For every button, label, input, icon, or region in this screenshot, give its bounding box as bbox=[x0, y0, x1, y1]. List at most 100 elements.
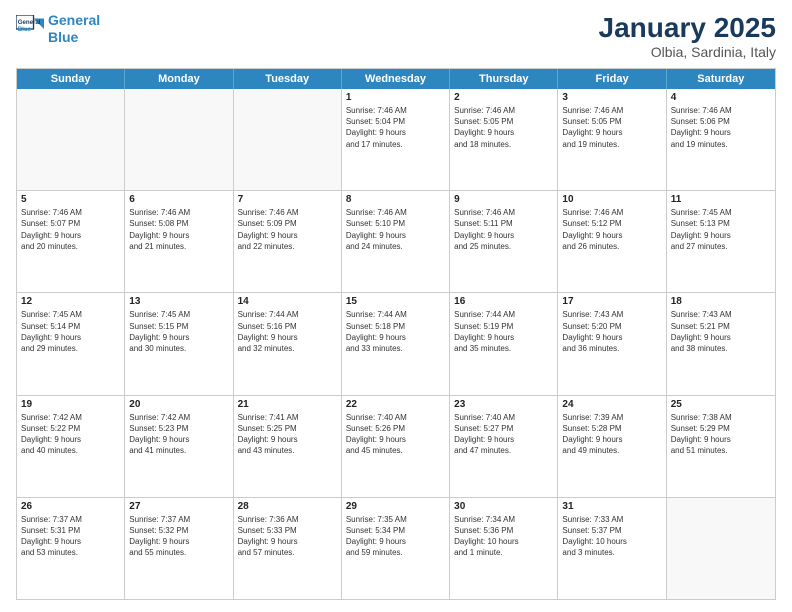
cell-info: Sunrise: 7:43 AM Sunset: 5:21 PM Dayligh… bbox=[671, 309, 771, 354]
day-number: 9 bbox=[454, 194, 553, 205]
day-number: 13 bbox=[129, 296, 228, 307]
cell-info: Sunrise: 7:44 AM Sunset: 5:16 PM Dayligh… bbox=[238, 309, 337, 354]
day-cell-5: 5 Sunrise: 7:46 AM Sunset: 5:07 PM Daylig… bbox=[17, 191, 125, 292]
calendar-row-0: 1Sunrise: 7:46 AM Sunset: 5:04 PM Daylig… bbox=[17, 89, 775, 190]
cell-info: Sunrise: 7:46 AM Sunset: 5:10 PM Dayligh… bbox=[346, 207, 445, 252]
cell-info: Sunrise: 7:41 AM Sunset: 5:25 PM Dayligh… bbox=[238, 412, 337, 457]
cell-info: Sunrise: 7:44 AM Sunset: 5:18 PM Dayligh… bbox=[346, 309, 445, 354]
cell-info: Sunrise: 7:38 AM Sunset: 5:29 PM Dayligh… bbox=[671, 412, 771, 457]
cell-info: Sunrise: 7:39 AM Sunset: 5:28 PM Dayligh… bbox=[562, 412, 661, 457]
page: General Blue GeneralBlue January 2025 Ol… bbox=[0, 0, 792, 612]
day-cell-11: 11Sunrise: 7:45 AM Sunset: 5:13 PM Dayli… bbox=[667, 191, 775, 292]
cell-info: Sunrise: 7:33 AM Sunset: 5:37 PM Dayligh… bbox=[562, 514, 661, 559]
day-number: 2 bbox=[454, 92, 553, 103]
day-number: 15 bbox=[346, 296, 445, 307]
day-cell-27: 27Sunrise: 7:37 AM Sunset: 5:32 PM Dayli… bbox=[125, 498, 233, 599]
day-cell-10: 10 Sunrise: 7:46 AM Sunset: 5:12 PM Dayli… bbox=[558, 191, 666, 292]
day-number: 3 bbox=[562, 92, 661, 103]
cell-info: Sunrise: 7:46 AM Sunset: 5:12 PM Dayligh… bbox=[562, 207, 661, 252]
cell-info: Sunrise: 7:46 AM Sunset: 5:05 PM Dayligh… bbox=[454, 105, 553, 150]
weekday-header-tuesday: Tuesday bbox=[234, 69, 342, 89]
cell-info: Sunrise: 7:44 AM Sunset: 5:19 PM Dayligh… bbox=[454, 309, 553, 354]
calendar-row-1: 5 Sunrise: 7:46 AM Sunset: 5:07 PM Daylig… bbox=[17, 190, 775, 292]
cell-info: Sunrise: 7:46 AM Sunset: 5:09 PM Dayligh… bbox=[238, 207, 337, 252]
day-number: 20 bbox=[129, 399, 228, 410]
logo-text: GeneralBlue bbox=[48, 12, 100, 46]
calendar-row-4: 26 Sunrise: 7:37 AM Sunset: 5:31 PM Dayli… bbox=[17, 497, 775, 599]
day-cell-28: 28 Sunrise: 7:36 AM Sunset: 5:33 PM Dayli… bbox=[234, 498, 342, 599]
weekday-header-monday: Monday bbox=[125, 69, 233, 89]
day-number: 30 bbox=[454, 501, 553, 512]
calendar: SundayMondayTuesdayWednesdayThursdayFrid… bbox=[16, 68, 776, 600]
day-cell-15: 15 Sunrise: 7:44 AM Sunset: 5:18 PM Dayli… bbox=[342, 293, 450, 394]
day-number: 5 bbox=[21, 194, 120, 205]
cell-info: Sunrise: 7:40 AM Sunset: 5:27 PM Dayligh… bbox=[454, 412, 553, 457]
cell-info: Sunrise: 7:46 AM Sunset: 5:06 PM Dayligh… bbox=[671, 105, 771, 150]
day-cell-14: 14 Sunrise: 7:44 AM Sunset: 5:16 PM Dayli… bbox=[234, 293, 342, 394]
cell-info: Sunrise: 7:37 AM Sunset: 5:31 PM Dayligh… bbox=[21, 514, 120, 559]
day-cell-6: 6Sunrise: 7:46 AM Sunset: 5:08 PM Daylig… bbox=[125, 191, 233, 292]
cell-info: Sunrise: 7:46 AM Sunset: 5:04 PM Dayligh… bbox=[346, 105, 445, 150]
cell-info: Sunrise: 7:35 AM Sunset: 5:34 PM Dayligh… bbox=[346, 514, 445, 559]
weekday-header-wednesday: Wednesday bbox=[342, 69, 450, 89]
weekday-header-saturday: Saturday bbox=[667, 69, 775, 89]
day-cell-3: 3 Sunrise: 7:46 AM Sunset: 5:05 PM Daylig… bbox=[558, 89, 666, 190]
day-number: 24 bbox=[562, 399, 661, 410]
day-cell-4: 4 Sunrise: 7:46 AM Sunset: 5:06 PM Daylig… bbox=[667, 89, 775, 190]
svg-text:General: General bbox=[18, 19, 41, 26]
day-number: 11 bbox=[671, 194, 771, 205]
day-cell-13: 13 Sunrise: 7:45 AM Sunset: 5:15 PM Dayli… bbox=[125, 293, 233, 394]
day-cell-20: 20 Sunrise: 7:42 AM Sunset: 5:23 PM Dayli… bbox=[125, 396, 233, 497]
weekday-header-friday: Friday bbox=[558, 69, 666, 89]
day-cell-1: 1Sunrise: 7:46 AM Sunset: 5:04 PM Daylig… bbox=[342, 89, 450, 190]
month-title: January 2025 bbox=[599, 12, 776, 44]
cell-info: Sunrise: 7:46 AM Sunset: 5:07 PM Dayligh… bbox=[21, 207, 120, 252]
day-cell-2: 2 Sunrise: 7:46 AM Sunset: 5:05 PM Daylig… bbox=[450, 89, 558, 190]
cell-info: Sunrise: 7:46 AM Sunset: 5:11 PM Dayligh… bbox=[454, 207, 553, 252]
day-cell-29: 29 Sunrise: 7:35 AM Sunset: 5:34 PM Dayli… bbox=[342, 498, 450, 599]
empty-cell-4-6 bbox=[667, 498, 775, 599]
day-cell-24: 24 Sunrise: 7:39 AM Sunset: 5:28 PM Dayli… bbox=[558, 396, 666, 497]
day-cell-25: 25 Sunrise: 7:38 AM Sunset: 5:29 PM Dayli… bbox=[667, 396, 775, 497]
day-cell-31: 31Sunrise: 7:33 AM Sunset: 5:37 PM Dayli… bbox=[558, 498, 666, 599]
day-number: 28 bbox=[238, 501, 337, 512]
day-number: 23 bbox=[454, 399, 553, 410]
day-number: 12 bbox=[21, 296, 120, 307]
day-number: 6 bbox=[129, 194, 228, 205]
svg-text:Blue: Blue bbox=[18, 26, 32, 33]
day-cell-9: 9 Sunrise: 7:46 AM Sunset: 5:11 PM Daylig… bbox=[450, 191, 558, 292]
calendar-row-2: 12 Sunrise: 7:45 AM Sunset: 5:14 PM Dayli… bbox=[17, 292, 775, 394]
cell-info: Sunrise: 7:43 AM Sunset: 5:20 PM Dayligh… bbox=[562, 309, 661, 354]
day-number: 29 bbox=[346, 501, 445, 512]
logo: General Blue GeneralBlue bbox=[16, 12, 100, 46]
cell-info: Sunrise: 7:45 AM Sunset: 5:15 PM Dayligh… bbox=[129, 309, 228, 354]
day-number: 16 bbox=[454, 296, 553, 307]
cell-info: Sunrise: 7:45 AM Sunset: 5:14 PM Dayligh… bbox=[21, 309, 120, 354]
weekday-header-sunday: Sunday bbox=[17, 69, 125, 89]
cell-info: Sunrise: 7:42 AM Sunset: 5:23 PM Dayligh… bbox=[129, 412, 228, 457]
cell-info: Sunrise: 7:36 AM Sunset: 5:33 PM Dayligh… bbox=[238, 514, 337, 559]
day-cell-8: 8Sunrise: 7:46 AM Sunset: 5:10 PM Daylig… bbox=[342, 191, 450, 292]
cell-info: Sunrise: 7:42 AM Sunset: 5:22 PM Dayligh… bbox=[21, 412, 120, 457]
header: General Blue GeneralBlue January 2025 Ol… bbox=[16, 12, 776, 60]
cell-info: Sunrise: 7:46 AM Sunset: 5:05 PM Dayligh… bbox=[562, 105, 661, 150]
cell-info: Sunrise: 7:37 AM Sunset: 5:32 PM Dayligh… bbox=[129, 514, 228, 559]
day-number: 25 bbox=[671, 399, 771, 410]
day-number: 14 bbox=[238, 296, 337, 307]
empty-cell-0-2 bbox=[234, 89, 342, 190]
day-cell-21: 21Sunrise: 7:41 AM Sunset: 5:25 PM Dayli… bbox=[234, 396, 342, 497]
day-cell-19: 19Sunrise: 7:42 AM Sunset: 5:22 PM Dayli… bbox=[17, 396, 125, 497]
day-number: 10 bbox=[562, 194, 661, 205]
calendar-body: 1Sunrise: 7:46 AM Sunset: 5:04 PM Daylig… bbox=[17, 89, 775, 599]
day-cell-7: 7Sunrise: 7:46 AM Sunset: 5:09 PM Daylig… bbox=[234, 191, 342, 292]
day-number: 22 bbox=[346, 399, 445, 410]
day-number: 26 bbox=[21, 501, 120, 512]
day-cell-12: 12 Sunrise: 7:45 AM Sunset: 5:14 PM Dayli… bbox=[17, 293, 125, 394]
day-number: 4 bbox=[671, 92, 771, 103]
day-cell-17: 17Sunrise: 7:43 AM Sunset: 5:20 PM Dayli… bbox=[558, 293, 666, 394]
day-number: 18 bbox=[671, 296, 771, 307]
weekday-header-thursday: Thursday bbox=[450, 69, 558, 89]
day-cell-23: 23 Sunrise: 7:40 AM Sunset: 5:27 PM Dayli… bbox=[450, 396, 558, 497]
day-cell-18: 18 Sunrise: 7:43 AM Sunset: 5:21 PM Dayli… bbox=[667, 293, 775, 394]
title-block: January 2025 Olbia, Sardinia, Italy bbox=[599, 12, 776, 60]
